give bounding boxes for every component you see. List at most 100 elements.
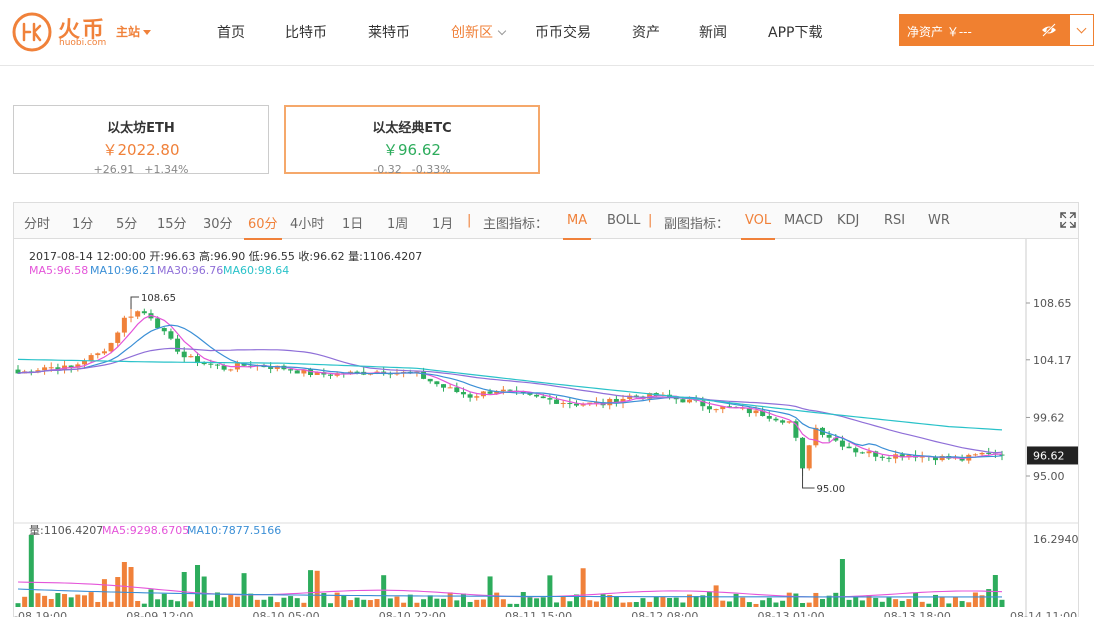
indicator-macd[interactable]: MACD bbox=[784, 213, 823, 228]
coin-card-etc[interactable]: 以太经典ETC ￥96.62 -0.32 -0.33% bbox=[284, 105, 540, 176]
volume-bar bbox=[288, 596, 294, 607]
volume-bar bbox=[613, 596, 619, 607]
candle-body bbox=[813, 427, 819, 446]
candle-body bbox=[268, 367, 274, 369]
indicator-kdj[interactable]: KDJ bbox=[837, 213, 859, 228]
period-15min[interactable]: 15分 bbox=[157, 213, 187, 232]
kline-chart-panel[interactable]: 2017-08-14 12:00:00 开:96.63 高:96.90 低:96… bbox=[0, 239, 1090, 621]
candle-body bbox=[288, 369, 294, 371]
volume-bar bbox=[740, 597, 746, 607]
volume-bar bbox=[467, 601, 473, 607]
candle-body bbox=[547, 398, 553, 400]
indicator-wr[interactable]: WR bbox=[928, 213, 950, 228]
volume-bar bbox=[547, 575, 553, 607]
ma5-line bbox=[17, 314, 1003, 460]
period-1w[interactable]: 1周 bbox=[387, 213, 408, 232]
candle-body bbox=[979, 452, 985, 455]
indicator-vol[interactable]: VOL bbox=[740, 213, 776, 240]
volume-bar bbox=[793, 593, 799, 607]
price-tick-label: 95.00 bbox=[1033, 470, 1065, 483]
nav-litecoin[interactable]: 莱特币 bbox=[368, 22, 410, 42]
volume-bar bbox=[660, 596, 666, 607]
volume-bar bbox=[720, 600, 726, 607]
price-axis: 108.65 104.17 99.62 95.00 96.62 bbox=[1026, 297, 1078, 483]
nav-news[interactable]: 新闻 bbox=[699, 22, 727, 42]
net-assets-button[interactable]: 净资产 ￥--- bbox=[899, 14, 1069, 46]
volume-bar bbox=[487, 576, 493, 607]
time-tick-label: 08-10 22:00 bbox=[379, 610, 446, 617]
logo-subtext: huobi.com bbox=[59, 38, 107, 48]
fullscreen-icon[interactable] bbox=[1060, 212, 1076, 228]
period-5min[interactable]: 5分 bbox=[116, 213, 137, 232]
top-navbar: 火币 huobi.com 主站 首页 比特币 莱特币 创新区 币币交易 资产 新… bbox=[0, 0, 1094, 66]
assets-dropdown-button[interactable] bbox=[1069, 14, 1094, 46]
period-30min[interactable]: 30分 bbox=[203, 213, 233, 232]
candle-info-line: 2017-08-14 12:00:00 开:96.63 高:96.90 低:96… bbox=[29, 249, 422, 263]
volume-bar bbox=[228, 594, 234, 607]
coin-change: +26.91 +1.34% bbox=[14, 163, 268, 176]
main-indicator-label: 主图指标： bbox=[483, 217, 549, 232]
indicator-rsi[interactable]: RSI bbox=[884, 213, 905, 228]
nav-innovation[interactable]: 创新区 bbox=[451, 22, 507, 42]
candle-body bbox=[48, 367, 54, 369]
candle-body bbox=[441, 384, 447, 388]
nav-home[interactable]: 首页 bbox=[217, 22, 245, 42]
volume-bar bbox=[28, 535, 34, 607]
volume-bar bbox=[261, 599, 267, 607]
volume-bar bbox=[161, 593, 167, 607]
nav-assets[interactable]: 资产 bbox=[632, 22, 660, 42]
volume-bar bbox=[633, 602, 639, 607]
volume-bar bbox=[42, 595, 48, 607]
volume-bar bbox=[746, 602, 752, 607]
period-60min[interactable]: 60分 bbox=[244, 213, 282, 240]
candle-body bbox=[175, 338, 181, 352]
huobi-logo-icon[interactable] bbox=[12, 12, 52, 52]
volume-bar bbox=[75, 594, 81, 607]
site-switch-dropdown[interactable]: 主站 bbox=[116, 23, 152, 40]
nav-app-download[interactable]: APP下载 bbox=[768, 22, 822, 42]
period-timeline[interactable]: 分时 bbox=[24, 213, 50, 232]
max-marker-label: 108.65 bbox=[141, 293, 176, 304]
volume-bar bbox=[813, 592, 819, 607]
volume-bar bbox=[88, 592, 94, 607]
candle-body bbox=[467, 394, 473, 398]
candle-body bbox=[826, 434, 832, 438]
price-tick-label: 99.62 bbox=[1033, 411, 1065, 424]
volume-bar bbox=[15, 603, 21, 607]
nav-bitcoin[interactable]: 比特币 bbox=[285, 22, 327, 42]
volume-bar bbox=[354, 597, 360, 607]
candle-body bbox=[42, 367, 48, 371]
candle-body bbox=[540, 396, 546, 399]
candlesticks bbox=[15, 303, 1005, 476]
change-percent: -0.33% bbox=[411, 163, 451, 176]
kline-chart-svg[interactable]: 2017-08-14 12:00:00 开:96.63 高:96.90 低:96… bbox=[0, 239, 1090, 621]
candle-body bbox=[753, 410, 759, 414]
volume-bar bbox=[294, 598, 300, 607]
candle-body bbox=[228, 369, 234, 371]
volume-bar bbox=[514, 603, 520, 607]
volume-bar bbox=[673, 597, 679, 607]
indicator-ma[interactable]: MA bbox=[562, 213, 592, 240]
candle-body bbox=[141, 311, 147, 314]
sub-indicator-label: 副图指标： bbox=[664, 217, 730, 232]
vol-legend: 量:1106.4207 bbox=[29, 524, 103, 537]
coin-card-eth[interactable]: 以太坊ETH ￥2022.80 +26.91 +1.34% bbox=[13, 105, 269, 176]
candle-body bbox=[846, 446, 852, 449]
volume-bar bbox=[135, 600, 141, 607]
volume-bar bbox=[527, 597, 533, 607]
volume-bar bbox=[441, 598, 447, 607]
toolbar-divider: | bbox=[648, 213, 653, 228]
nav-coin-trade[interactable]: 币币交易 bbox=[535, 22, 591, 42]
volume-bar bbox=[341, 595, 347, 607]
volume-bar bbox=[620, 602, 626, 607]
period-1m[interactable]: 1月 bbox=[432, 213, 453, 232]
candle-body bbox=[554, 399, 560, 404]
indicator-boll[interactable]: BOLL bbox=[607, 213, 640, 228]
volume-bar bbox=[999, 599, 1005, 607]
ma30-legend: MA30:96.76 bbox=[157, 264, 223, 277]
eye-slash-icon[interactable] bbox=[1041, 22, 1057, 38]
period-4h[interactable]: 4小时 bbox=[290, 213, 324, 232]
volume-bar bbox=[268, 596, 274, 607]
period-1d[interactable]: 1日 bbox=[342, 213, 363, 232]
period-1min[interactable]: 1分 bbox=[72, 213, 93, 232]
